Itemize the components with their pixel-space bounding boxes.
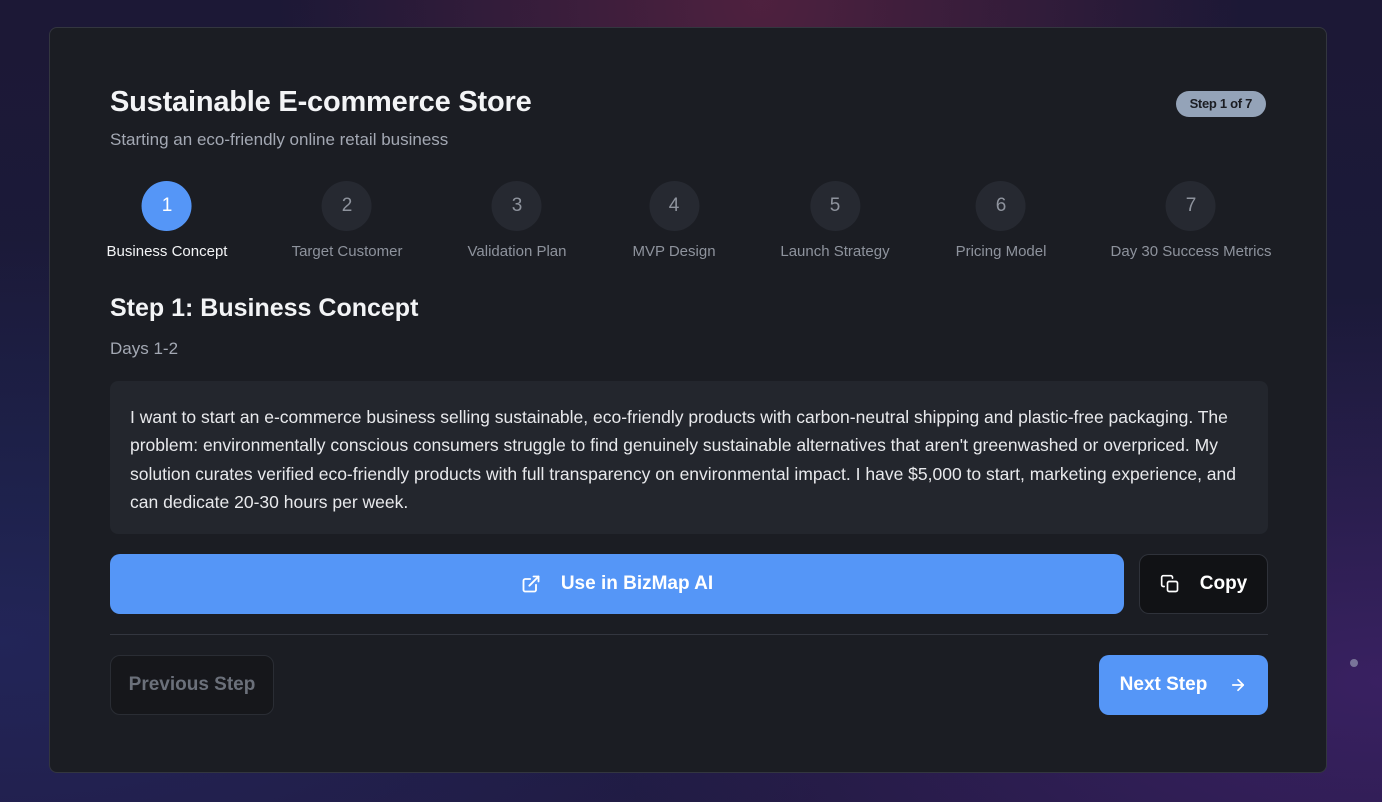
step-number: 7 (1165, 181, 1216, 231)
step-number: 1 (142, 181, 192, 231)
step-number: 6 (976, 181, 1026, 231)
step-business-concept[interactable]: 1 Business Concept (106, 181, 228, 260)
prompt-text-box: I want to start an e-commerce business s… (110, 381, 1268, 534)
step-number: 5 (810, 181, 860, 231)
step-label: Pricing Model (955, 243, 1047, 260)
step-number: 2 (322, 181, 372, 231)
page-title: Sustainable E-commerce Store (110, 86, 532, 118)
divider (110, 634, 1268, 635)
section-title: Step 1: Business Concept (110, 294, 419, 322)
copy-button[interactable]: Copy (1139, 554, 1268, 614)
copy-icon (1160, 574, 1180, 594)
use-in-bizmap-label: Use in BizMap AI (560, 573, 714, 594)
step-label: Validation Plan (467, 243, 567, 260)
step-target-customer[interactable]: 2 Target Customer (291, 181, 403, 260)
step-number: 3 (492, 181, 542, 231)
next-step-label: Next Step (1119, 674, 1208, 695)
step-validation-plan[interactable]: 3 Validation Plan (467, 181, 567, 260)
previous-step-label: Previous Step (128, 674, 256, 695)
next-step-button[interactable]: Next Step (1099, 655, 1268, 715)
step-label: Business Concept (106, 243, 228, 260)
step-label: Target Customer (291, 243, 403, 260)
step-day-30-success-metrics[interactable]: 7 Day 30 Success Metrics (1110, 181, 1272, 260)
previous-step-button[interactable]: Previous Step (110, 655, 274, 715)
step-label: Day 30 Success Metrics (1110, 243, 1272, 260)
days-range: Days 1-2 (110, 339, 179, 358)
background-dot (1350, 659, 1358, 667)
step-launch-strategy[interactable]: 5 Launch Strategy (780, 181, 890, 260)
page-subtitle: Starting an eco-friendly online retail b… (110, 130, 449, 149)
external-link-icon (521, 574, 541, 594)
stepper: 1 Business Concept 2 Target Customer 3 V… (106, 181, 1271, 265)
step-number: 4 (649, 181, 699, 231)
step-label: Launch Strategy (780, 243, 890, 260)
use-in-bizmap-button[interactable]: Use in BizMap AI (110, 554, 1124, 614)
arrow-right-icon (1229, 676, 1247, 694)
step-pricing-model[interactable]: 6 Pricing Model (955, 181, 1047, 260)
step-label: MVP Design (632, 243, 716, 260)
roadmap-card: Sustainable E-commerce Store Starting an… (49, 27, 1327, 773)
step-badge: Step 1 of 7 (1175, 91, 1266, 117)
step-mvp-design[interactable]: 4 MVP Design (632, 181, 716, 260)
copy-label: Copy (1199, 573, 1248, 594)
